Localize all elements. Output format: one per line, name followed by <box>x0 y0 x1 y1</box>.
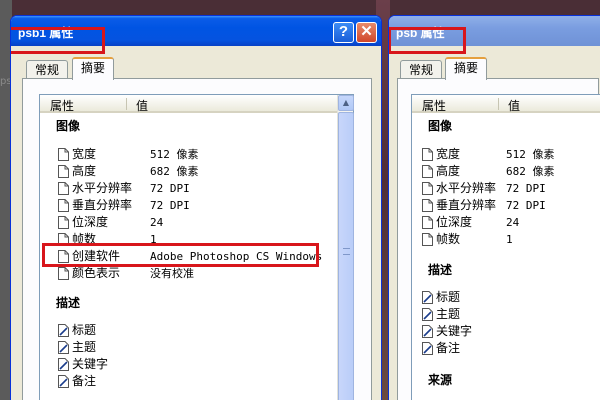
property-value: 682 像素 <box>506 165 555 178</box>
help-button[interactable]: ? <box>333 22 354 43</box>
vertical-scrollbar[interactable]: ▲ <box>337 95 354 400</box>
summary-list[interactable]: 属性 值 图像 宽度 512 像素 高度 682 像素 水平分辨率 72 DPI… <box>39 94 354 400</box>
property-name: 帧数 <box>436 232 461 246</box>
scroll-grip-icon <box>343 248 350 255</box>
column-header-property[interactable]: 属性 <box>50 97 74 114</box>
property-name: 位深度 <box>436 215 473 229</box>
property-name: 垂直分辨率 <box>436 198 497 212</box>
property-value: 512 像素 <box>506 148 555 161</box>
window-title: psb 属性 <box>396 26 445 40</box>
property-name: 备注 <box>436 341 461 355</box>
column-header-value[interactable]: 值 <box>508 97 520 114</box>
section-image: 图像 <box>428 119 453 133</box>
document-icon <box>58 182 69 195</box>
column-header-property[interactable]: 属性 <box>422 97 446 114</box>
edit-document-icon <box>58 341 69 354</box>
property-name: 位深度 <box>72 215 109 229</box>
edit-document-icon <box>58 375 69 388</box>
properties-dialog-psb[interactable]: psb 属性 常规 摘要 属性 值 图像 宽度 512 像素 高度 682 像素… <box>388 15 600 400</box>
edit-document-icon <box>422 291 433 304</box>
property-name: 备注 <box>72 374 97 388</box>
document-icon <box>422 165 433 178</box>
document-icon <box>58 165 69 178</box>
column-separator <box>498 98 499 110</box>
property-name: 关键字 <box>72 357 109 371</box>
property-value: 72 DPI <box>150 199 190 212</box>
window-title: psb1 属性 <box>18 26 74 40</box>
property-name: 水平分辨率 <box>72 181 133 195</box>
edit-document-icon <box>58 324 69 337</box>
property-value: 24 <box>506 216 520 229</box>
section-description: 描述 <box>428 263 453 277</box>
properties-dialog-psb1[interactable]: psb1 属性 ? ✕ 常规 摘要 属性 值 图像 宽度 512 像素 高度 6… <box>10 15 382 400</box>
summary-list[interactable]: 属性 值 图像 宽度 512 像素 高度 682 像素 水平分辨率 72 DPI… <box>411 94 600 400</box>
property-name: 高度 <box>72 164 97 178</box>
edit-document-icon <box>58 358 69 371</box>
document-icon <box>58 267 69 280</box>
property-value: 1 <box>150 233 157 246</box>
property-value: Adobe Photoshop CS Windows <box>150 250 323 263</box>
document-icon <box>422 199 433 212</box>
document-icon <box>422 148 433 161</box>
property-name: 创建软件 <box>72 249 121 263</box>
property-name: 关键字 <box>436 324 473 338</box>
section-source: 来源 <box>428 373 453 387</box>
property-name: 标题 <box>72 323 97 337</box>
document-icon <box>58 233 69 246</box>
property-name: 水平分辨率 <box>436 181 497 195</box>
property-name: 宽度 <box>436 147 461 161</box>
property-value: 72 DPI <box>506 182 546 195</box>
property-name: 标题 <box>436 290 461 304</box>
scroll-up-button[interactable]: ▲ <box>338 95 354 111</box>
document-icon <box>422 216 433 229</box>
property-name: 帧数 <box>72 232 97 246</box>
section-description: 描述 <box>56 296 81 310</box>
property-name: 颜色表示 <box>72 266 121 280</box>
property-name: 主题 <box>436 307 461 321</box>
property-name: 宽度 <box>72 147 97 161</box>
document-icon <box>58 199 69 212</box>
document-icon <box>422 182 433 195</box>
property-name: 主题 <box>72 340 97 354</box>
property-name: 高度 <box>436 164 461 178</box>
property-name: 垂直分辨率 <box>72 198 133 212</box>
edit-document-icon <box>422 308 433 321</box>
tab-general[interactable]: 常规 <box>400 60 443 79</box>
tab-general[interactable]: 常规 <box>26 60 69 79</box>
document-icon <box>58 216 69 229</box>
property-value: 24 <box>150 216 164 229</box>
property-value: 72 DPI <box>150 182 190 195</box>
section-image: 图像 <box>56 119 81 133</box>
property-value: 1 <box>506 233 513 246</box>
title-bar[interactable]: psb 属性 <box>389 16 600 46</box>
close-button[interactable]: ✕ <box>356 22 377 43</box>
column-header-value[interactable]: 值 <box>136 97 148 114</box>
scroll-thumb[interactable] <box>338 112 354 400</box>
document-icon <box>58 148 69 161</box>
tab-summary[interactable]: 摘要 <box>72 57 115 80</box>
title-bar[interactable]: psb1 属性 ? ✕ <box>11 16 381 46</box>
document-icon <box>422 233 433 246</box>
edit-document-icon <box>422 342 433 355</box>
property-value: 512 像素 <box>150 148 199 161</box>
list-header: 属性 值 <box>412 95 600 113</box>
list-header: 属性 值 <box>40 95 353 113</box>
property-value: 没有校准 <box>150 267 194 280</box>
property-value: 682 像素 <box>150 165 199 178</box>
edit-document-icon <box>422 325 433 338</box>
property-value: 72 DPI <box>506 199 546 212</box>
document-icon <box>58 250 69 263</box>
column-separator <box>126 98 127 110</box>
tab-summary[interactable]: 摘要 <box>445 57 488 80</box>
